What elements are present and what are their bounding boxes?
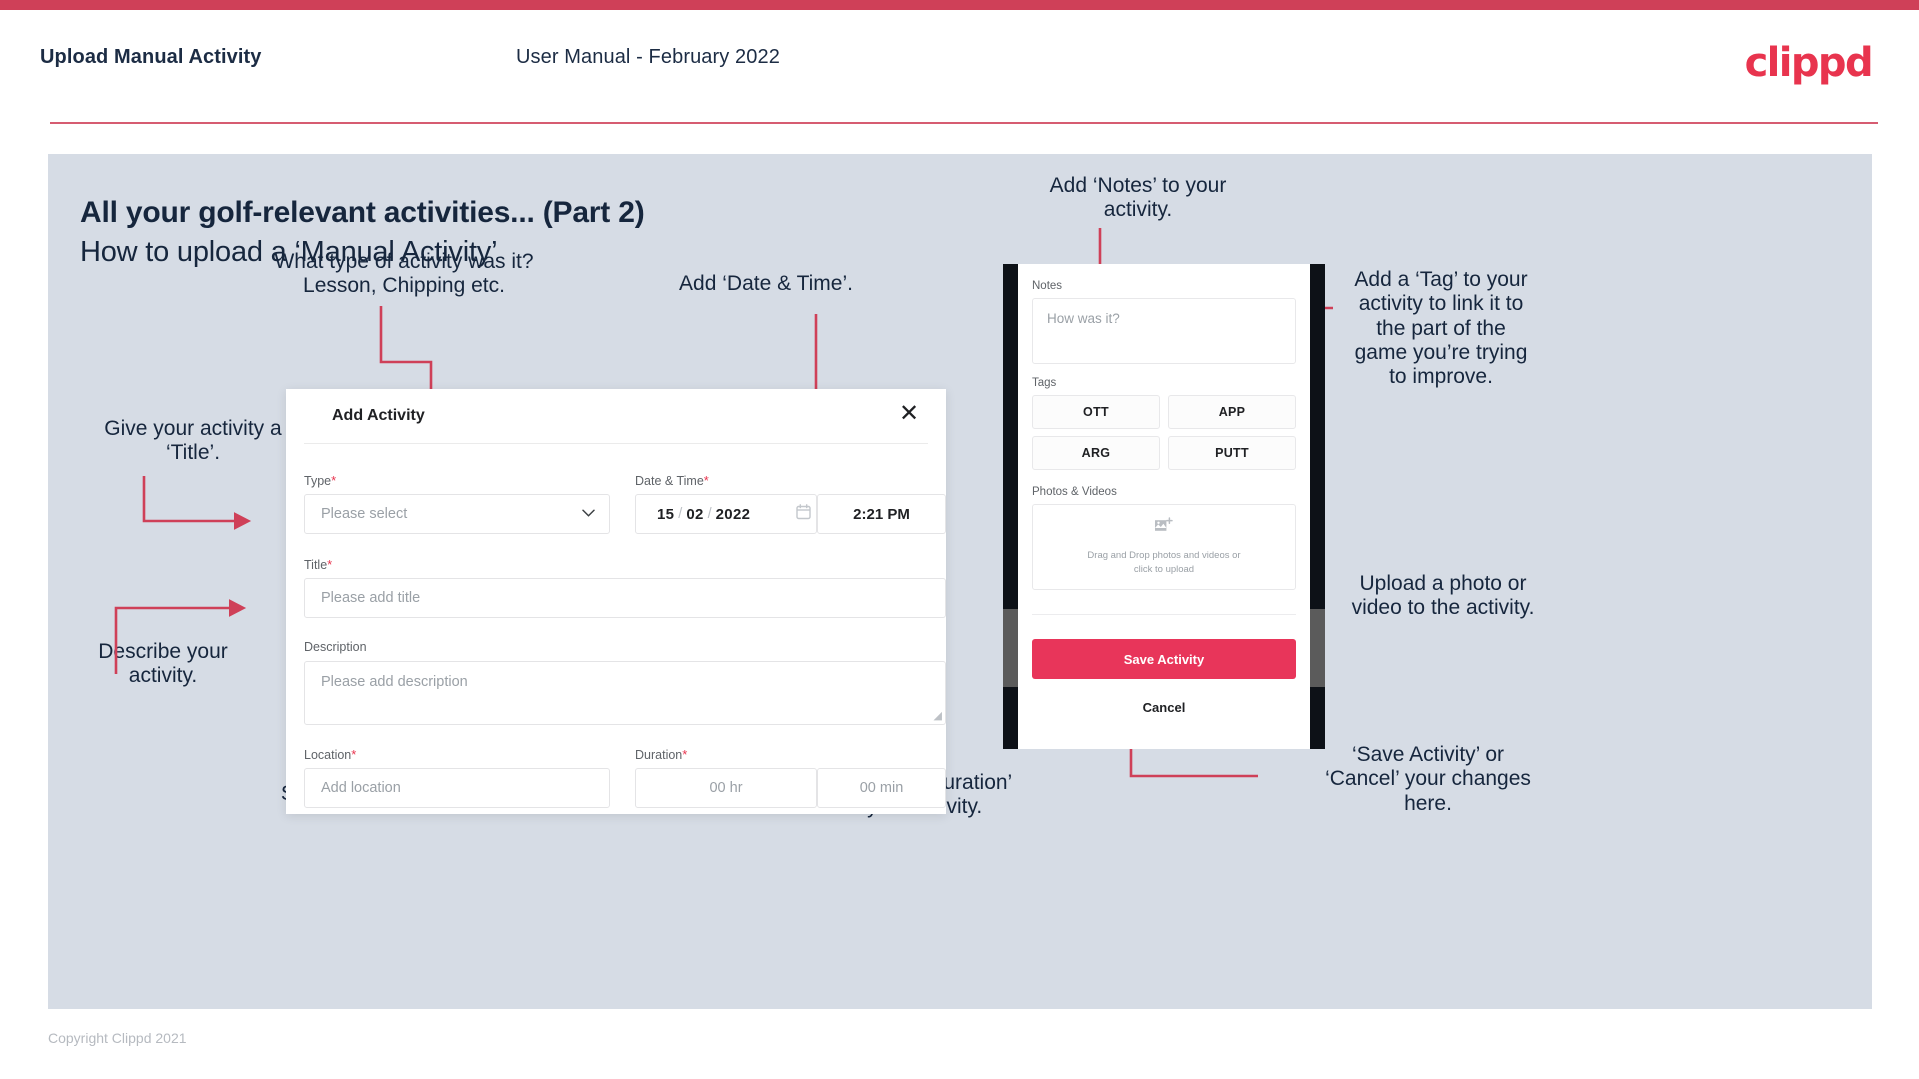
resize-handle-icon[interactable]: ◢ — [934, 709, 942, 722]
description-placeholder: Please add description — [321, 674, 468, 690]
annotation-tags: Add a ‘Tag’ to your activity to link it … — [1354, 268, 1528, 389]
tag-arg-button[interactable]: ARG — [1032, 436, 1160, 470]
close-icon[interactable]: ✕ — [896, 401, 922, 427]
annotation-save-cancel: ‘Save Activity’ or ‘Cancel’ your changes… — [1325, 743, 1531, 815]
datetime-required-marker: * — [703, 473, 709, 488]
add-activity-dialog: Add Activity ✕ Type* Please select Date … — [286, 389, 946, 814]
description-label-text: Description — [304, 640, 367, 654]
phone-power-button-right — [1310, 609, 1325, 687]
page-subtitle: User Manual - February 2022 — [516, 46, 780, 68]
duration-minutes-input[interactable]: 00 min — [817, 768, 946, 808]
annotation-description: Describe your activity. — [98, 640, 228, 688]
dialog-title: Add Activity — [332, 407, 425, 424]
date-sep-2: / — [707, 506, 712, 522]
top-accent-bar — [0, 0, 1919, 10]
location-required-marker: * — [351, 747, 357, 762]
page-header: Upload Manual Activity User Manual - Feb… — [0, 10, 1919, 125]
dropzone-text: Drag and Drop photos and videos or click… — [1087, 550, 1241, 575]
date-month: 02 — [686, 505, 704, 523]
type-label: Type* — [304, 473, 336, 488]
annotation-notes: Add ‘Notes’ to your activity. — [1049, 174, 1227, 222]
header-divider — [50, 122, 1878, 124]
add-image-icon — [1154, 517, 1174, 540]
description-textarea[interactable]: Please add description ◢ — [304, 661, 946, 725]
type-label-text: Type — [304, 474, 332, 488]
photos-label: Photos & Videos — [1032, 486, 1117, 498]
duration-label: Duration* — [635, 747, 687, 762]
duration-minutes-placeholder: 00 min — [859, 780, 904, 796]
date-day: 15 — [657, 505, 675, 523]
phone-divider — [1032, 614, 1296, 615]
datetime-label: Date & Time* — [635, 473, 709, 488]
phone-volume-button-left — [1003, 609, 1018, 687]
page-title: Upload Manual Activity — [40, 46, 262, 68]
calendar-icon[interactable] — [796, 504, 811, 524]
time-input[interactable]: 2:21 PM — [817, 494, 946, 534]
type-select[interactable]: Please select — [304, 494, 610, 534]
title-required-marker: * — [327, 557, 333, 572]
slide-canvas: All your golf-relevant activities... (Pa… — [48, 154, 1872, 1009]
location-input[interactable]: Add location — [304, 768, 610, 808]
notes-textarea[interactable]: How was it? — [1032, 298, 1296, 364]
slide-title: All your golf-relevant activities... (Pa… — [80, 196, 645, 229]
tag-ott-button[interactable]: OTT — [1032, 395, 1160, 429]
annotation-type: What type of activity was it? Lesson, Ch… — [274, 250, 534, 298]
time-value: 2:21 PM — [853, 505, 910, 523]
date-year: 2022 — [715, 505, 751, 523]
phone-screen: Notes How was it? Tags OTT APP ARG PUTT … — [1018, 264, 1310, 749]
notes-placeholder: How was it? — [1047, 311, 1120, 326]
tag-putt-button[interactable]: PUTT — [1168, 436, 1296, 470]
cancel-button[interactable]: Cancel — [1032, 692, 1296, 722]
tags-label: Tags — [1032, 377, 1057, 389]
title-label-text: Title — [304, 558, 328, 572]
photo-dropzone[interactable]: Drag and Drop photos and videos or click… — [1032, 504, 1296, 590]
clippd-logo: clippd — [1744, 40, 1874, 86]
annotation-datetime: Add ‘Date & Time’. — [679, 272, 853, 295]
duration-label-text: Duration — [635, 748, 683, 762]
notes-label: Notes — [1032, 280, 1063, 292]
title-placeholder: Please add title — [321, 590, 421, 606]
location-label-text: Location — [304, 748, 352, 762]
duration-hours-placeholder: 00 hr — [709, 780, 743, 796]
dialog-divider — [304, 443, 928, 444]
save-activity-button[interactable]: Save Activity — [1032, 639, 1296, 679]
date-input[interactable]: 15 / 02 / 2022 — [635, 494, 817, 534]
title-input[interactable]: Please add title — [304, 578, 946, 618]
location-label: Location* — [304, 747, 356, 762]
footer-copyright: Copyright Clippd 2021 — [48, 1030, 187, 1046]
title-label: Title* — [304, 557, 332, 572]
type-required-marker: * — [331, 473, 337, 488]
location-placeholder: Add location — [321, 780, 401, 796]
type-placeholder: Please select — [321, 506, 408, 522]
date-sep-1: / — [678, 506, 683, 522]
dialog-header: Add Activity ✕ — [286, 389, 946, 441]
tag-app-button[interactable]: APP — [1168, 395, 1296, 429]
duration-required-marker: * — [682, 747, 688, 762]
datetime-label-text: Date & Time — [635, 474, 704, 488]
chevron-down-icon — [582, 506, 595, 521]
annotation-photos: Upload a photo or video to the activity. — [1351, 572, 1535, 620]
phone-mockup: Notes How was it? Tags OTT APP ARG PUTT … — [1003, 264, 1325, 749]
duration-hours-input[interactable]: 00 hr — [635, 768, 817, 808]
description-label: Description — [304, 640, 367, 654]
